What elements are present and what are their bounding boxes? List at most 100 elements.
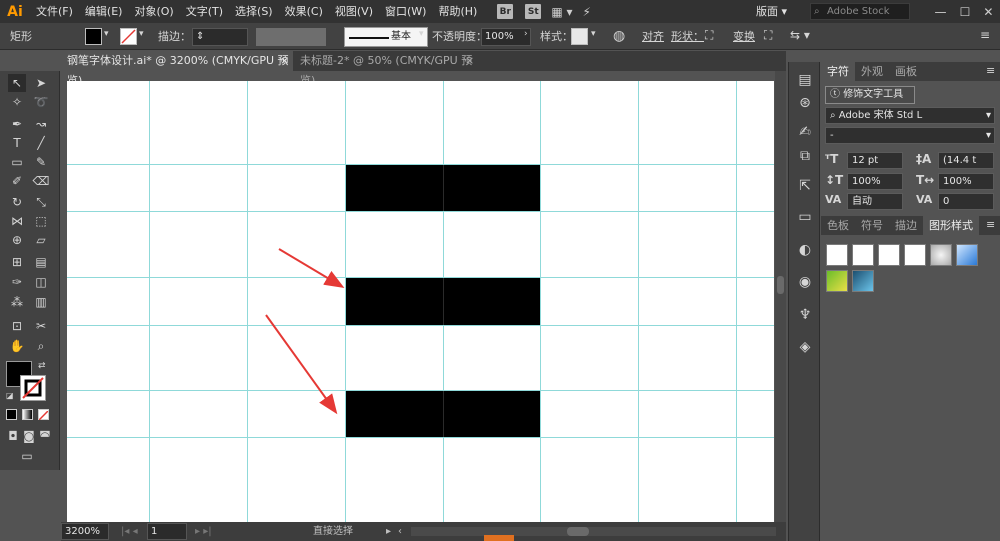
artboard-tool-icon[interactable]: ⊡ [8, 317, 26, 335]
type-tool-icon[interactable]: T [8, 134, 26, 152]
panel-menu-icon[interactable]: ≡ [986, 218, 995, 231]
eyedropper-tool-icon[interactable]: ✑ [8, 273, 26, 291]
workspace-switcher[interactable]: 版面 ▾ [756, 3, 796, 20]
stroke-color-box[interactable] [20, 375, 46, 401]
variable-width-profile[interactable] [256, 28, 326, 46]
horizontal-scale-field[interactable]: 100% [938, 173, 994, 190]
appearance-icon[interactable]: ◉ [789, 268, 821, 296]
graphic-style-stroke[interactable] [904, 244, 926, 266]
tab-document-2[interactable]: 未标题-2* @ 50% (CMYK/GPU 预览) × [294, 51, 479, 87]
screen-mode-icon[interactable]: ▭ [18, 447, 36, 465]
width-tool-icon[interactable]: ⋈ [8, 212, 26, 230]
shape-link[interactable]: 形状： [671, 23, 704, 50]
tab-stroke[interactable]: 描边 [889, 216, 923, 235]
free-transform-tool-icon[interactable]: ⬚ [32, 212, 50, 230]
scroll-thumb[interactable] [567, 527, 589, 536]
graphic-style-green-pattern[interactable] [826, 270, 848, 292]
stroke-weight-field[interactable]: ⇕ [192, 28, 248, 46]
line-segment-tool-icon[interactable]: ╱ [32, 134, 50, 152]
tab-appearance[interactable]: 外观 [855, 62, 889, 81]
swap-colors-icon[interactable]: ⇄ [38, 361, 46, 371]
minimize-icon[interactable]: — [935, 5, 947, 19]
close-icon[interactable]: × [280, 51, 289, 71]
eraser-tool-icon[interactable]: ⌫ [32, 172, 50, 190]
menu-view[interactable]: 视图(V) [329, 0, 379, 23]
hand-tool-icon[interactable]: ✋ [8, 337, 26, 355]
scroll-thumb[interactable] [777, 276, 784, 294]
shape-properties-icon[interactable]: ⛶ [705, 28, 713, 43]
align-link[interactable]: 对齐 [642, 23, 664, 50]
graphic-style-gray-gradient[interactable] [930, 244, 952, 266]
layers-icon[interactable]: ◈ [789, 333, 821, 361]
horizontal-scrollbar[interactable] [411, 527, 776, 536]
tab-document-1[interactable]: 钢笔字体设计.ai* @ 3200% (CMYK/GPU 预览) × [61, 51, 293, 87]
brush-definition-dropdown[interactable]: 基本 [344, 27, 428, 47]
pen-tool-icon[interactable]: ✒ [8, 115, 26, 133]
lasso-tool-icon[interactable]: ➰ [32, 93, 50, 111]
gradient-mode-icon[interactable] [22, 409, 33, 420]
export-icon[interactable]: ⇱ [789, 172, 821, 200]
graphic-style-default[interactable] [826, 244, 848, 266]
default-colors-icon[interactable]: ◪ [6, 391, 14, 400]
arrange-documents-icon[interactable]: ▦ ▾ [551, 5, 572, 19]
chevron-down-icon[interactable]: ▾ [104, 29, 109, 39]
chevron-down-icon[interactable]: ▾ [419, 29, 424, 39]
status-menu-icon[interactable]: ▸ [386, 522, 391, 541]
rectangle-tool-icon[interactable]: ▭ [8, 153, 26, 171]
transparency-icon[interactable]: ◐ [789, 236, 821, 264]
tab-swatches[interactable]: 色板 [821, 216, 855, 235]
scroll-left-icon[interactable]: ‹ [398, 522, 402, 541]
gradient-panel-icon[interactable]: ▭ [789, 203, 821, 231]
selection-tool-icon[interactable]: ↖ [8, 74, 26, 92]
first-artboard-icon[interactable]: |◂ ◂ [121, 522, 138, 541]
tab-character[interactable]: 字符 [821, 62, 855, 81]
rotate-tool-icon[interactable]: ↻ [8, 193, 26, 211]
symbols-icon[interactable]: ⧉ [789, 142, 821, 170]
tracking-field[interactable]: 0 [938, 193, 994, 210]
menu-edit[interactable]: 编辑(E) [79, 0, 129, 23]
close-window-icon[interactable]: ✕ [983, 5, 993, 19]
paintbrush-tool-icon[interactable]: ✎ [32, 153, 50, 171]
navigator-icon[interactable]: ⊛ [789, 89, 821, 117]
graphic-style-swatch[interactable] [571, 28, 588, 45]
chevron-right-icon[interactable]: › [524, 29, 528, 39]
shaper-tool-icon[interactable]: ✐ [8, 172, 26, 190]
menu-help[interactable]: 帮助(H) [432, 0, 483, 23]
gradient-tool-icon[interactable]: ▤ [32, 253, 50, 271]
font-size-field[interactable]: 12 pt [847, 152, 903, 169]
graphic-style-blue-pattern[interactable] [852, 270, 874, 292]
graphic-style-white[interactable] [878, 244, 900, 266]
direct-selection-tool-icon[interactable]: ➤ [32, 74, 50, 92]
menu-file[interactable]: 文件(F) [30, 0, 79, 23]
arrange-icon[interactable]: ⇆ ▾ [790, 28, 810, 42]
last-artboard-icon[interactable]: ▸ ▸| [195, 522, 212, 541]
color-mode-icon[interactable] [6, 409, 17, 420]
stock-button[interactable]: St [525, 4, 542, 19]
tab-symbols[interactable]: 符号 [855, 216, 889, 235]
gpu-performance-icon[interactable]: ⚡ [583, 5, 591, 19]
menu-window[interactable]: 窗口(W) [379, 0, 432, 23]
menu-effect[interactable]: 效果(C) [279, 0, 329, 23]
symbol-sprayer-tool-icon[interactable]: ⁂ [8, 293, 26, 311]
maximize-icon[interactable]: ☐ [960, 5, 971, 19]
panel-menu-icon[interactable]: ≡ [980, 28, 990, 42]
kerning-field[interactable]: 自动 [847, 193, 903, 210]
scale-tool-icon[interactable]: ⤡ [32, 193, 50, 211]
chevron-down-icon[interactable]: ▾ [139, 29, 144, 39]
mesh-tool-icon[interactable]: ⊞ [8, 253, 26, 271]
draw-inside-icon[interactable]: ◚ [36, 427, 54, 445]
fill-swatch[interactable] [85, 28, 102, 45]
magic-wand-tool-icon[interactable]: ✧ [8, 93, 26, 111]
touch-type-tool-button[interactable]: ⓣ 修饰文字工具 [825, 86, 915, 104]
shape-builder-tool-icon[interactable]: ⊕ [8, 231, 26, 249]
graphic-style-blue-gradient[interactable] [956, 244, 978, 266]
stock-search-input[interactable]: ⌕ Adobe Stock [810, 3, 910, 20]
font-family-dropdown[interactable]: ⌕ Adobe 宋体 Std L ▾ [825, 107, 995, 124]
recolor-artwork-icon[interactable]: ◍ [613, 28, 625, 44]
font-style-dropdown[interactable]: - ▾ [825, 127, 995, 144]
zoom-field[interactable]: 3200% [61, 523, 109, 540]
panel-menu-icon[interactable]: ≡ [986, 64, 995, 77]
menu-object[interactable]: 对象(O) [128, 0, 179, 23]
artboard-canvas[interactable] [67, 81, 774, 522]
vertical-scale-field[interactable]: 100% [847, 173, 903, 190]
